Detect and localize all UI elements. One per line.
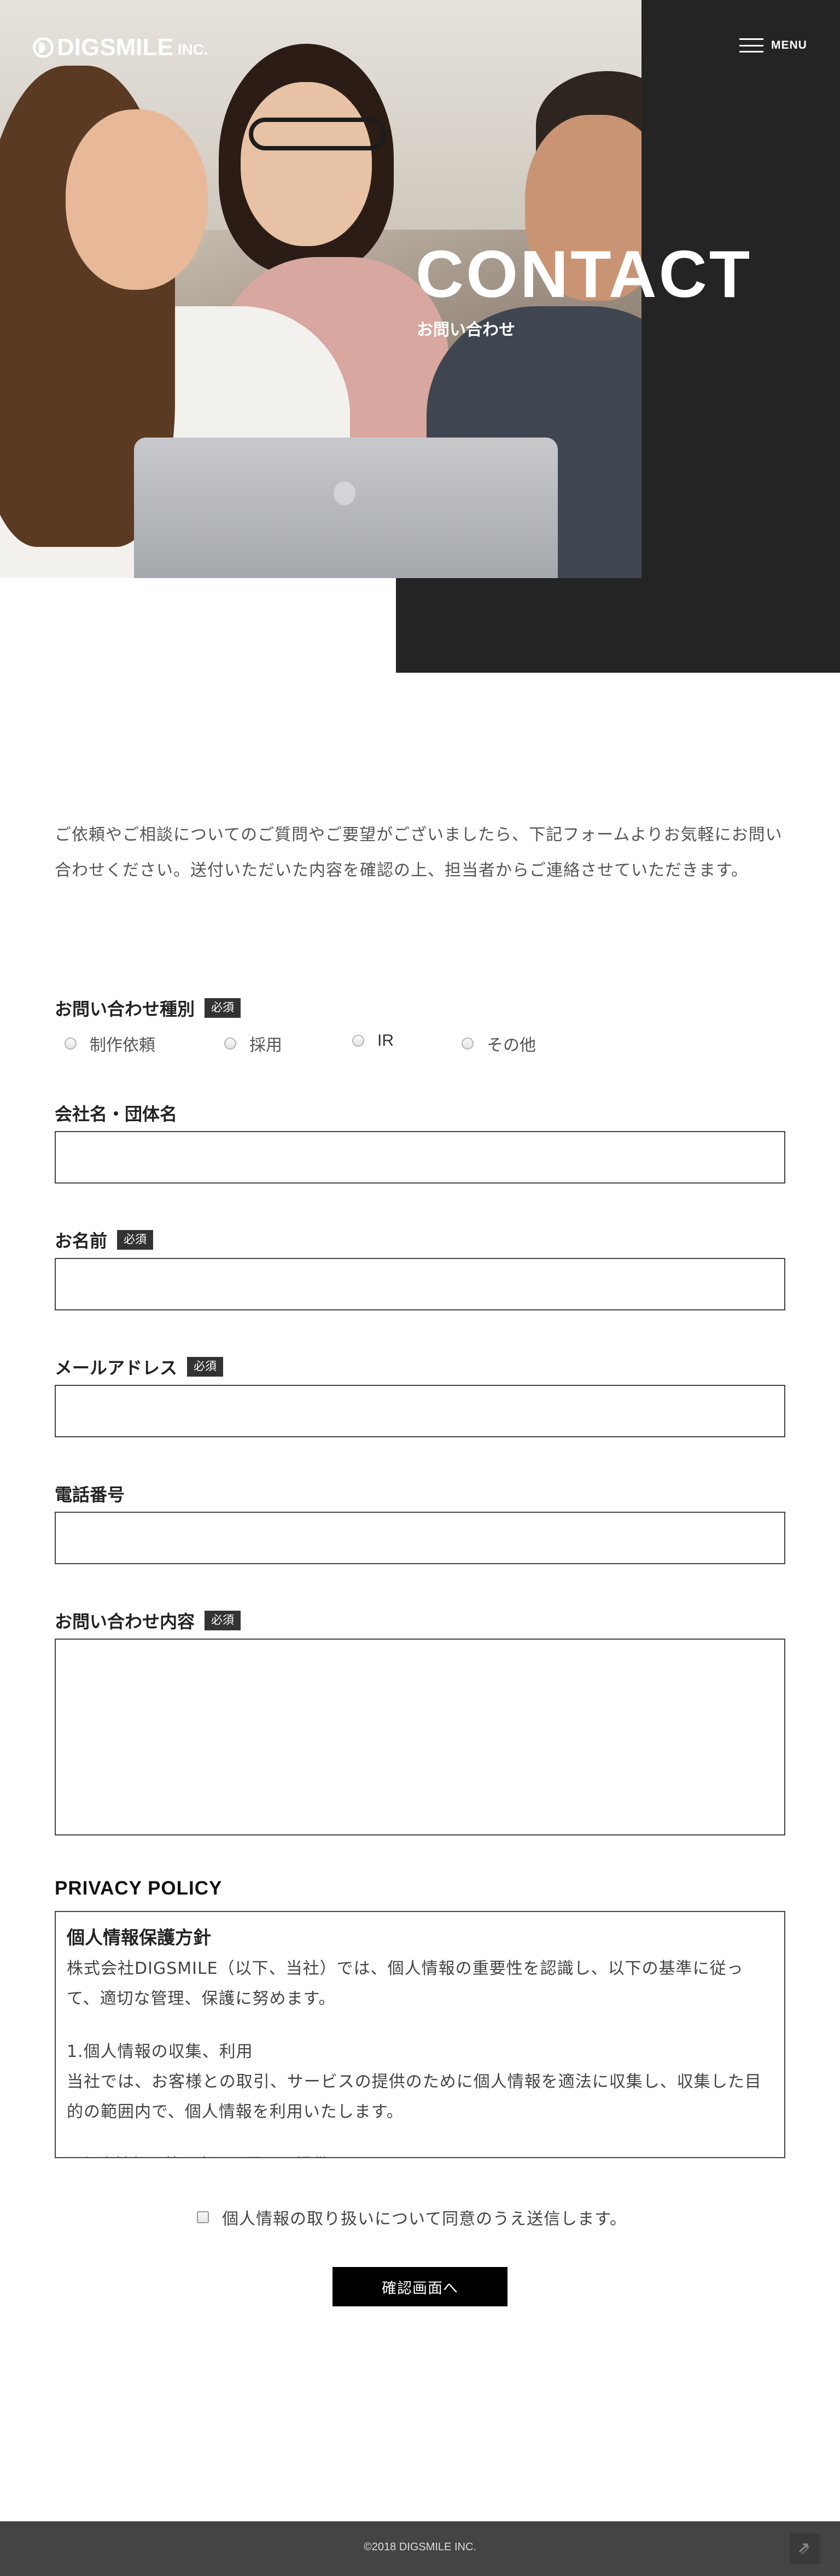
copyright-text: ©2018 DIGSMILE INC. [364, 2541, 476, 2553]
inquiry-type-label-text: お問い合わせ種別 [55, 999, 195, 1019]
name-label: お名前 必須 [55, 1227, 154, 1252]
radio-label: IR [377, 1031, 394, 1050]
message-label-text: お問い合わせ内容 [55, 1611, 195, 1632]
menu-label: MENU [771, 39, 807, 51]
inquiry-type-label: お問い合わせ種別 必須 [55, 995, 241, 1021]
radio-ir[interactable]: IR [352, 1031, 394, 1050]
name-label-text: お名前 [55, 1231, 108, 1251]
phone-input[interactable] [55, 1512, 785, 1564]
checkbox-icon [197, 2211, 209, 2223]
required-badge: 必須 [205, 998, 241, 1018]
radio-label: その他 [487, 1036, 536, 1055]
radio-recruit[interactable]: 採用 [224, 1031, 282, 1056]
radio-label: 制作依頼 [90, 1036, 155, 1055]
logo-name: DIGSMILE [57, 34, 173, 61]
radio-other[interactable]: その他 [462, 1031, 536, 1056]
privacy-policy-paragraph: 株式会社DIGSMILE（以下、当社）では、個人情報の重要性を認識し、以下の基準… [67, 1959, 744, 2008]
phone-label: 電話番号 [55, 1484, 125, 1505]
email-label-text: メールアドレス [55, 1357, 178, 1378]
page-subtitle: お問い合わせ [417, 320, 515, 340]
radio-circle-icon [352, 1035, 364, 1047]
inquiry-type-radio-group: 制作依頼 採用 IR その他 [65, 1031, 557, 1056]
footer: ©2018 DIGSMILE INC. [0, 2521, 840, 2576]
email-label: メールアドレス 必須 [55, 1354, 224, 1379]
logo-suffix: INC. [177, 41, 208, 58]
radio-circle-icon [65, 1038, 77, 1050]
arrow-up-icon [798, 2543, 810, 2555]
name-input[interactable] [55, 1258, 785, 1310]
required-badge: 必須 [205, 1611, 241, 1630]
radio-label: 採用 [249, 1036, 282, 1055]
required-badge: 必須 [187, 1357, 224, 1377]
agree-checkbox[interactable]: 個人情報の取り扱いについて同意のうえ送信します。 [197, 2205, 627, 2229]
site-logo[interactable]: DIGSMILE INC. [33, 34, 208, 61]
message-textarea[interactable] [55, 1639, 785, 1835]
intro-text: ご依頼やご相談についてのご質問やご要望がございましたら、下記フォームよりお気軽に… [55, 825, 783, 880]
privacy-section-text: 当社では、お客様との取引、サービスの提供のために個人情報を適法に収集し、収集した… [67, 2072, 762, 2122]
message-label: お問い合わせ内容 必須 [55, 1608, 241, 1633]
company-label: 会社名・団体名 [55, 1104, 178, 1124]
radio-circle-icon [224, 1038, 236, 1050]
agree-label: 個人情報の取り扱いについて同意のうえ送信します。 [222, 2210, 627, 2229]
company-input[interactable] [55, 1131, 785, 1184]
menu-button[interactable]: MENU [739, 38, 807, 53]
radio-production[interactable]: 制作依頼 [65, 1031, 155, 1056]
privacy-policy-title: 個人情報保護方針 [67, 1927, 211, 1948]
privacy-section-title: 1.個人情報の収集、利用 [67, 2042, 253, 2061]
logo-mark-icon [33, 37, 54, 58]
required-badge: 必須 [117, 1230, 154, 1250]
confirm-button[interactable]: 確認画面へ [332, 2267, 508, 2306]
privacy-section-title: 2.個人情報の第三者への開示・提供 [67, 2150, 774, 2157]
hamburger-icon [739, 38, 763, 53]
email-input[interactable] [55, 1385, 785, 1437]
radio-circle-icon [462, 1038, 474, 1050]
privacy-policy-heading: PRIVACY POLICY [55, 1878, 223, 1899]
privacy-policy-scrollbox[interactable]: 個人情報保護方針 株式会社DIGSMILE（以下、当社）では、個人情報の重要性を… [55, 1911, 785, 2158]
page-title: CONTACT [416, 237, 752, 311]
page-top-button[interactable] [790, 2533, 820, 2564]
